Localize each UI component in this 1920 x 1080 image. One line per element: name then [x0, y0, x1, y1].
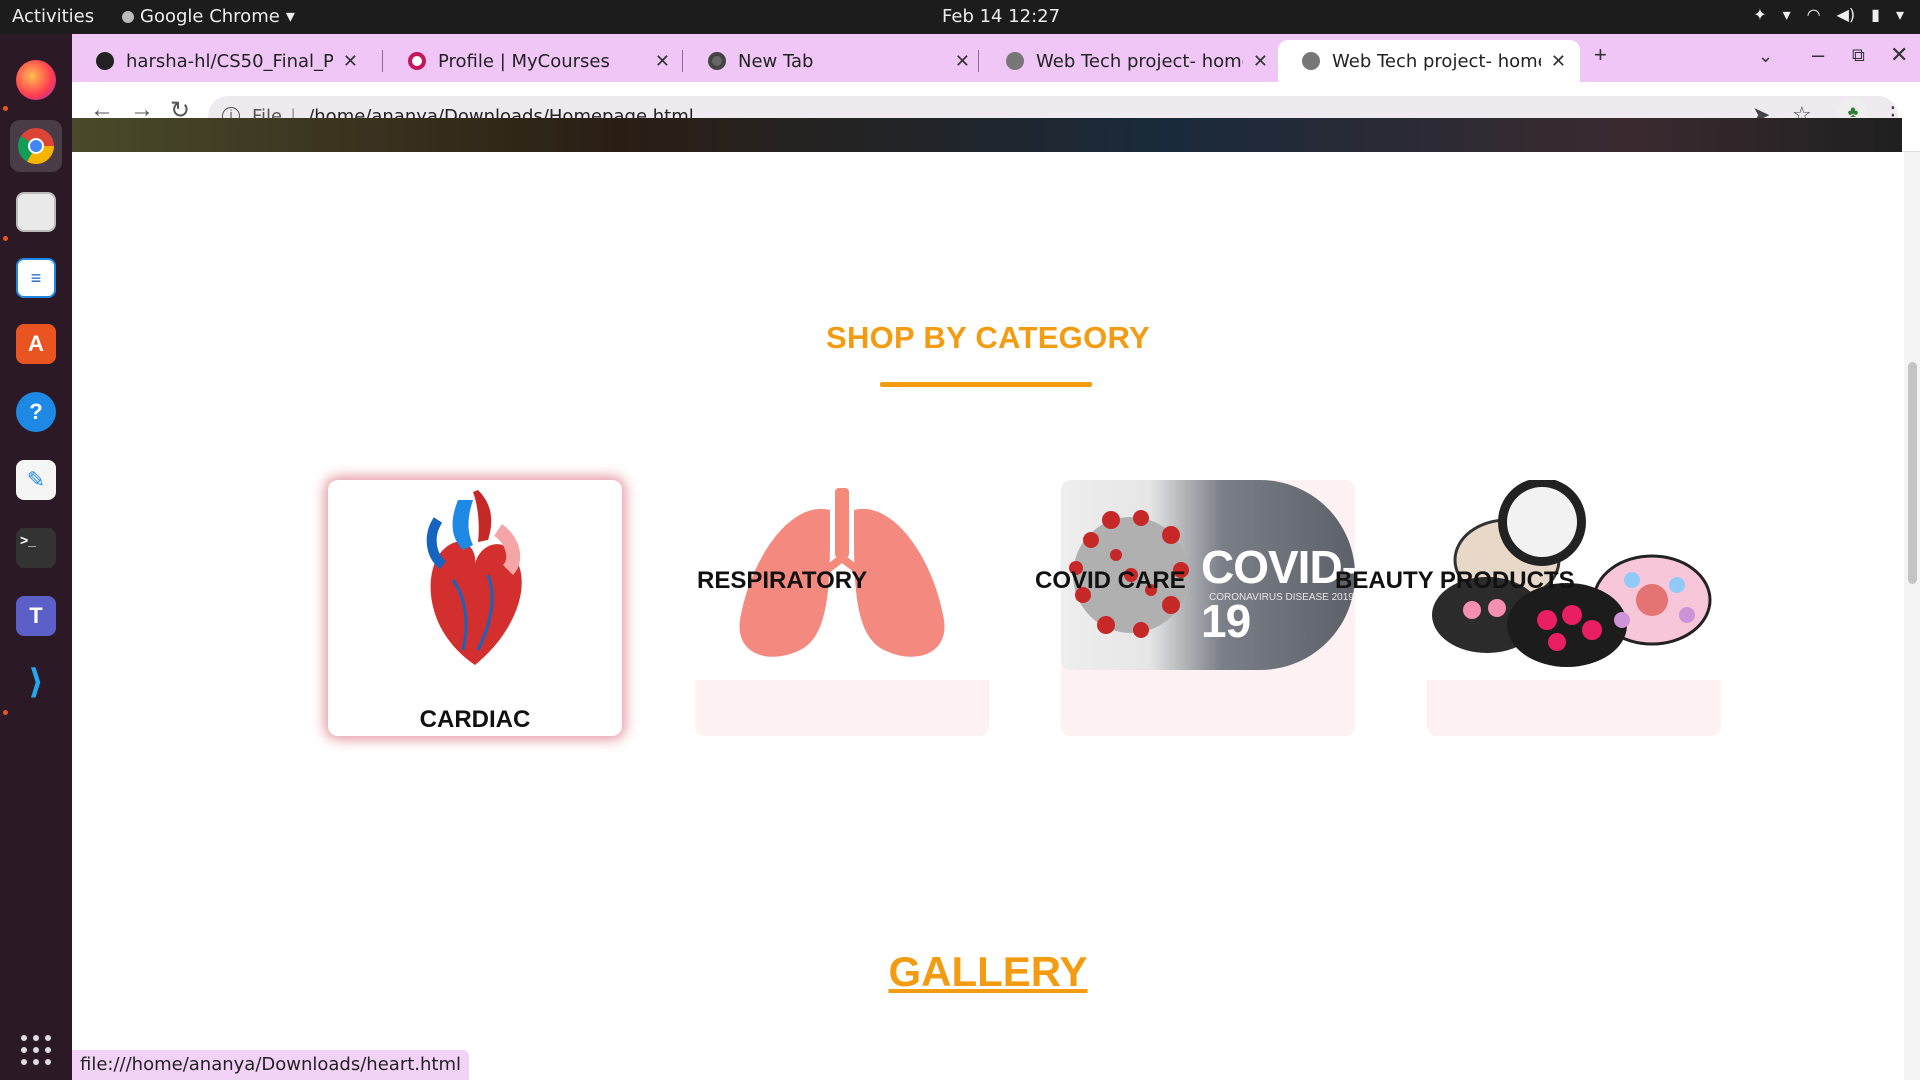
- tab-title: harsha-hl/CS50_Final_Pro: [126, 50, 333, 72]
- covid-image-subtext: CORONAVIRUS DISEASE 2019: [1209, 592, 1354, 603]
- clock[interactable]: Feb 14 12:27: [942, 6, 1060, 27]
- terminal-icon: >_: [16, 528, 56, 568]
- scrollbar-thumb[interactable]: [1908, 362, 1917, 584]
- teams-icon: T: [16, 596, 56, 636]
- app-menu-label: Google Chrome: [140, 6, 280, 27]
- chrome-icon: [708, 52, 726, 70]
- category-card-respiratory[interactable]: RESPIRATORY: [695, 480, 989, 736]
- accessibility-icon[interactable]: ✦: [1753, 5, 1766, 24]
- text-editor-icon: ✎: [16, 460, 56, 500]
- vscode-icon: ⟩: [28, 663, 44, 701]
- close-icon[interactable]: ✕: [343, 51, 358, 72]
- category-label: CARDIAC: [419, 706, 531, 733]
- battery-icon: ▮: [1871, 5, 1880, 24]
- page-scrollbar[interactable]: [1904, 152, 1920, 1080]
- restore-button[interactable]: ⧉: [1852, 45, 1865, 66]
- tab-search-button[interactable]: ⌄: [1758, 46, 1773, 67]
- app-grid-icon: [21, 1035, 51, 1065]
- document-icon: ≡: [16, 258, 56, 298]
- category-label: COVID CARE: [1035, 567, 1186, 594]
- tab-webtech-active[interactable]: Web Tech project- homep ✕: [1278, 40, 1580, 82]
- help-icon: ?: [16, 392, 56, 432]
- close-icon[interactable]: ✕: [1551, 51, 1566, 72]
- section-underline: [880, 382, 1092, 387]
- tab-mycourses[interactable]: Profile | MyCourses ✕: [384, 40, 684, 82]
- hero-banner-bottom-edge: [72, 118, 1902, 152]
- tab-title: Web Tech project- homep: [1036, 50, 1243, 72]
- caret-down-icon: ▾: [1782, 5, 1791, 24]
- link-status-bar: file:///home/ananya/Downloads/heart.html: [72, 1050, 469, 1080]
- caret-down-icon: ▾: [285, 6, 295, 27]
- category-card-beauty-products[interactable]: BEAUTY PRODUCTS: [1335, 478, 1721, 736]
- dock-software[interactable]: A: [10, 318, 62, 370]
- tab-strip: harsha-hl/CS50_Final_Pro ✕ Profile | MyC…: [72, 34, 1920, 82]
- globe-icon: [1302, 52, 1320, 70]
- tab-webtech-1[interactable]: Web Tech project- homep ✕: [982, 40, 1282, 82]
- tab-title: Web Tech project- homep: [1332, 50, 1541, 72]
- volume-icon: ◀): [1836, 5, 1856, 24]
- heart-image: [328, 480, 622, 680]
- close-icon[interactable]: ✕: [655, 51, 670, 72]
- app-menu[interactable]: Google Chrome ▾: [122, 6, 295, 27]
- dock-teams[interactable]: T: [10, 590, 62, 642]
- minimize-button[interactable]: –: [1812, 42, 1824, 68]
- dock-terminal[interactable]: >_: [10, 522, 62, 574]
- system-tray[interactable]: ✦ ▾ ◠ ◀) ▮ ▾: [1753, 5, 1904, 24]
- tab-title: New Tab: [738, 50, 814, 72]
- github-icon: [96, 52, 114, 70]
- gallery-heading[interactable]: GALLERY: [72, 948, 1904, 996]
- dock: ≡ A ? ✎ >_ T ⟩: [0, 34, 72, 1080]
- dock-help[interactable]: ?: [10, 386, 62, 438]
- dock-writer[interactable]: ≡: [10, 252, 62, 304]
- dock-firefox[interactable]: [10, 54, 62, 106]
- window-close-button[interactable]: ✕: [1890, 42, 1908, 68]
- dock-files[interactable]: [10, 186, 62, 238]
- globe-icon: [1006, 52, 1024, 70]
- category-label: BEAUTY PRODUCTS: [1335, 567, 1575, 594]
- software-center-icon: A: [16, 324, 56, 364]
- tab-new-tab[interactable]: New Tab ✕: [684, 40, 984, 82]
- tab-title: Profile | MyCourses: [438, 50, 610, 72]
- tab-github[interactable]: harsha-hl/CS50_Final_Pro ✕: [72, 40, 372, 82]
- files-icon: [16, 192, 56, 232]
- wifi-icon: ◠: [1806, 5, 1821, 24]
- dock-chrome[interactable]: [10, 120, 62, 172]
- mycourses-icon: [408, 52, 426, 70]
- activities-button[interactable]: Activities: [12, 6, 94, 27]
- close-icon[interactable]: ✕: [1253, 51, 1268, 72]
- dock-text-editor[interactable]: ✎: [10, 454, 62, 506]
- close-icon[interactable]: ✕: [955, 51, 970, 72]
- new-tab-button[interactable]: +: [1594, 42, 1607, 68]
- chrome-app-icon: [122, 10, 134, 23]
- category-card-cardiac[interactable]: CARDIAC: [328, 480, 622, 736]
- section-title: SHOP BY CATEGORY: [825, 320, 1151, 355]
- caret-down-icon: ▾: [1895, 5, 1904, 24]
- chrome-icon: [17, 128, 55, 165]
- category-label: RESPIRATORY: [697, 567, 868, 594]
- page-viewport: SHOP BY CATEGORY CARDIAC RESPIRATORY COV…: [72, 152, 1904, 1080]
- firefox-icon: [16, 60, 56, 100]
- category-card-covid-care[interactable]: COVID-19 CORONAVIRUS DISEASE 2019 COVID …: [1035, 480, 1355, 736]
- system-top-bar: Activities Google Chrome ▾ Feb 14 12:27 …: [0, 0, 1920, 34]
- dock-vscode[interactable]: ⟩: [10, 656, 62, 708]
- show-apps-button[interactable]: [10, 1024, 62, 1076]
